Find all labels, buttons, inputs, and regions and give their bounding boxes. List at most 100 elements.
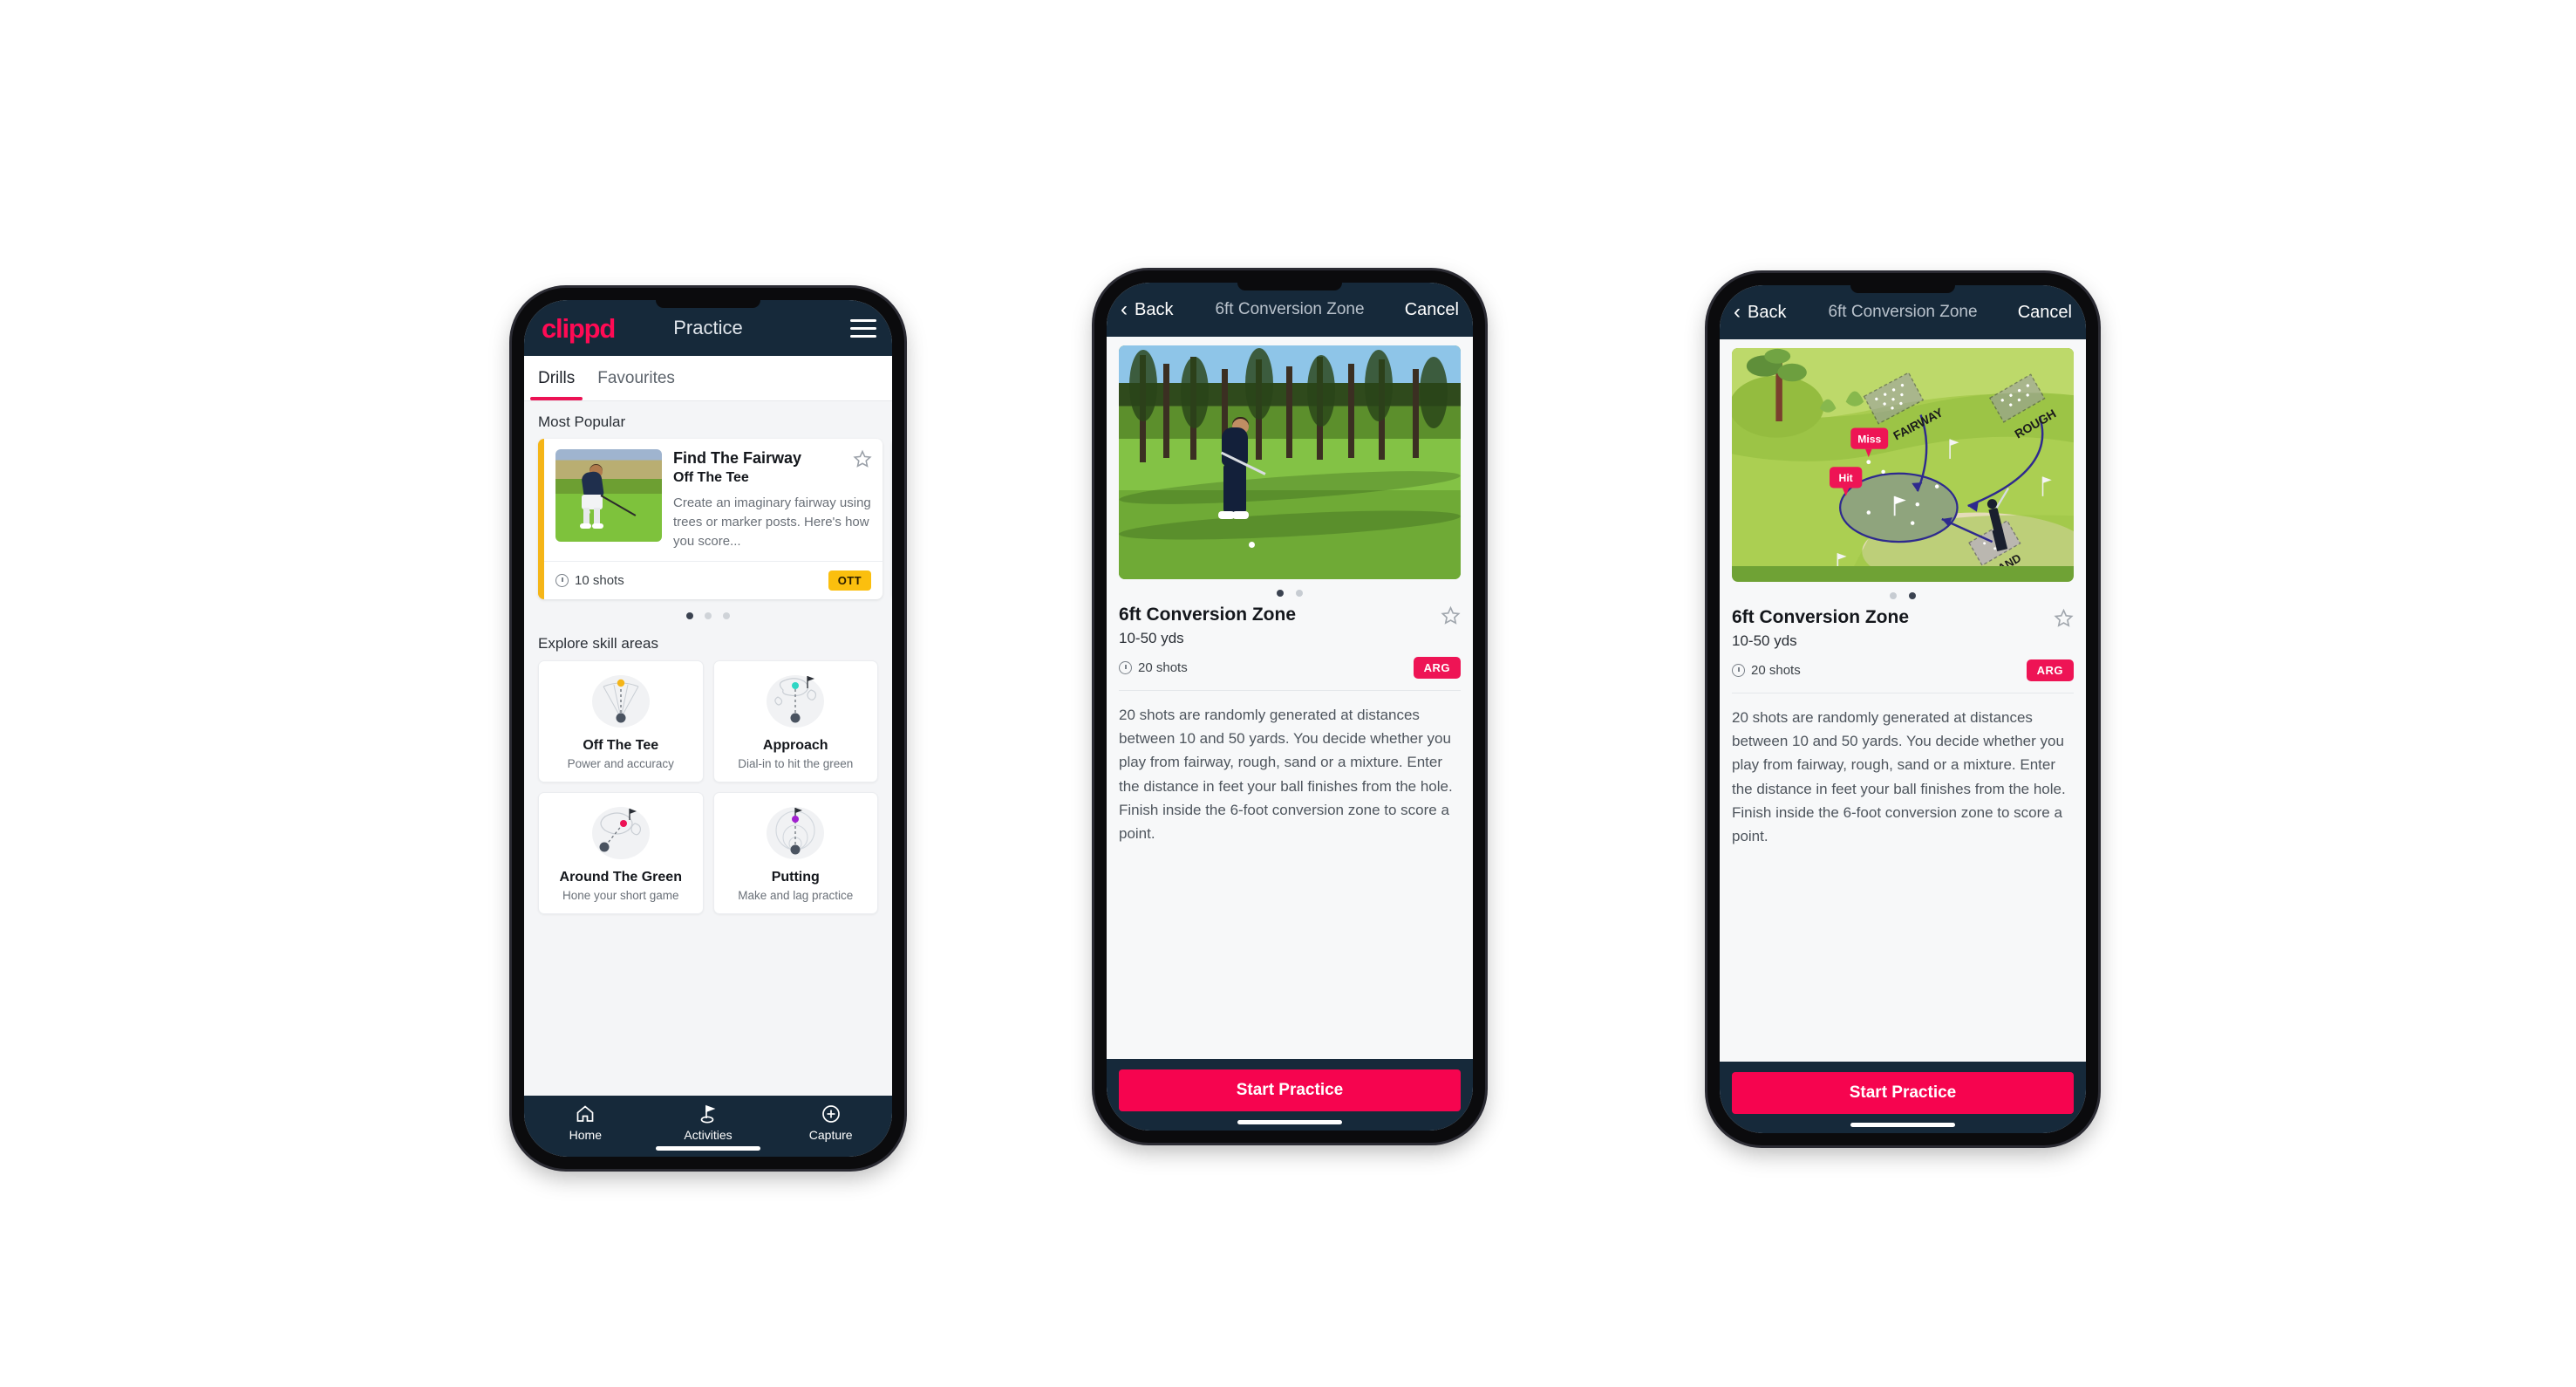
skill-grid: Off The Tee Power and accuracy Approach … — [524, 660, 892, 915]
drill-badge: OTT — [828, 571, 871, 591]
divider — [1732, 693, 2074, 694]
drill-detail-description: 20 shots are randomly generated at dista… — [1119, 707, 1453, 842]
svg-text:Miss: Miss — [1857, 433, 1881, 445]
tabbar-label: Capture — [808, 1128, 853, 1142]
content-scroll[interactable]: Most Popular Find The Fairway Off The Te… — [524, 401, 892, 1096]
course-map-illustration: FAIRWAY ROUGH SAND Miss Hit — [1732, 348, 2074, 567]
home-indicator — [656, 1146, 760, 1151]
phone-drill-detail-map: ‹ Back 6ft Conversion Zone Cancel FAIRWA… — [1707, 273, 2098, 1145]
drill-meta: Find The Fairway Off The Tee Create an i… — [673, 449, 872, 550]
skill-desc: Hone your short game — [562, 889, 679, 903]
divider — [1119, 690, 1461, 691]
skill-name: Approach — [762, 738, 828, 754]
phone3-screen: ‹ Back 6ft Conversion Zone Cancel FAIRWA… — [1720, 285, 2086, 1133]
notch — [1237, 283, 1342, 290]
start-practice-button[interactable]: Start Practice — [1732, 1072, 2074, 1114]
hero-pagination — [1119, 579, 1461, 605]
back-label: Back — [1748, 302, 1787, 322]
drill-hero-photo[interactable] — [1119, 345, 1461, 579]
drill-detail-badge: ARG — [2026, 659, 2074, 681]
drill-hero-map[interactable]: FAIRWAY ROUGH SAND Miss Hit — [1732, 348, 2074, 582]
skill-card-approach[interactable]: Approach Dial-in to hit the green — [712, 660, 878, 783]
phone-drill-detail-photo: ‹ Back 6ft Conversion Zone Cancel 6ft Co… — [1094, 270, 1485, 1143]
tabbar-item-capture[interactable]: Capture — [769, 1103, 892, 1142]
putting-rings-icon — [721, 804, 871, 862]
screenshot-stage: clippd Practice Drills Favourites Most P… — [0, 0, 2576, 1387]
chevron-left-icon: ‹ — [1734, 300, 1741, 324]
section-most-popular-title: Most Popular — [538, 413, 626, 430]
back-label: Back — [1135, 299, 1174, 319]
phone1-screen: clippd Practice Drills Favourites Most P… — [524, 300, 892, 1157]
drill-detail-title: 6ft Conversion Zone — [1119, 605, 1461, 625]
star-outline-icon[interactable] — [853, 449, 872, 468]
drill-subtitle: Off The Tee — [673, 470, 749, 485]
skill-card-putting[interactable]: Putting Make and lag practice — [712, 792, 878, 915]
drill-carousel[interactable]: Find The Fairway Off The Tee Create an i… — [524, 439, 892, 600]
drill-detail-title: 6ft Conversion Zone — [1732, 607, 2074, 628]
clock-icon — [1732, 664, 1745, 677]
home-indicator — [1237, 1120, 1342, 1124]
drill-shots-label: 10 shots — [575, 573, 624, 589]
golfer-illustration — [575, 463, 637, 529]
app-navbar: clippd Practice — [524, 300, 892, 356]
golf-ball — [1248, 542, 1255, 549]
drill-detail-meta-row: 20 shots ARG — [1119, 657, 1461, 679]
course-photo — [1119, 345, 1461, 579]
tab-favourites[interactable]: Favourites — [597, 356, 675, 400]
pagination-dot[interactable] — [1890, 592, 1897, 599]
start-practice-button[interactable]: Start Practice — [1119, 1069, 1461, 1111]
golf-flag-icon — [700, 1104, 716, 1124]
golfer-photo-figure — [1211, 415, 1269, 529]
carousel-pagination — [524, 599, 892, 623]
drill-detail-description: 20 shots are randomly generated at dista… — [1732, 709, 2066, 844]
pagination-dot[interactable] — [686, 612, 693, 620]
phone-practice-list: clippd Practice Drills Favourites Most P… — [512, 288, 904, 1169]
drill-card-top: Find The Fairway Off The Tee Create an i… — [544, 439, 883, 561]
drill-thumbnail — [555, 449, 662, 542]
around-green-icon — [546, 804, 696, 862]
pagination-dot[interactable] — [705, 612, 712, 620]
svg-text:Hit: Hit — [1839, 472, 1853, 484]
drill-detail-shots: 20 shots — [1732, 663, 1801, 678]
cancel-button[interactable]: Cancel — [1405, 300, 1459, 320]
detail-content: 6ft Conversion Zone 10-50 yds 20 shots A… — [1107, 337, 1473, 1059]
skill-desc: Make and lag practice — [738, 889, 854, 903]
skill-desc: Power and accuracy — [567, 757, 674, 771]
chevron-left-icon: ‹ — [1121, 297, 1128, 321]
drill-detail-title-text: 6ft Conversion Zone — [1119, 605, 1297, 625]
notch — [1850, 285, 1955, 293]
drill-detail-shots-label: 20 shots — [1751, 663, 1801, 678]
tee-fan-icon — [546, 673, 696, 730]
drill-card-footer: 10 shots OTT — [544, 561, 883, 599]
back-button[interactable]: ‹ Back — [1734, 302, 1786, 323]
tabbar-item-activities[interactable]: Activities — [647, 1103, 770, 1142]
skill-card-off-the-tee[interactable]: Off The Tee Power and accuracy — [538, 660, 704, 783]
clock-icon — [555, 574, 569, 588]
cancel-button[interactable]: Cancel — [2018, 303, 2072, 323]
home-indicator — [1850, 1123, 1955, 1127]
skill-name: Off The Tee — [583, 738, 659, 754]
star-outline-icon[interactable] — [2054, 608, 2074, 628]
hero-pagination — [1732, 582, 2074, 607]
hamburger-menu-icon[interactable] — [850, 318, 876, 338]
detail-navbar: ‹ Back 6ft Conversion Zone Cancel — [1107, 283, 1473, 337]
back-button[interactable]: ‹ Back — [1121, 299, 1173, 320]
tab-bar: Drills Favourites — [524, 356, 892, 401]
tab-drills[interactable]: Drills — [529, 356, 583, 400]
drill-detail-shots: 20 shots — [1119, 660, 1188, 675]
pagination-dot[interactable] — [1909, 592, 1916, 599]
pagination-dot[interactable] — [723, 612, 730, 620]
drill-card[interactable]: Find The Fairway Off The Tee Create an i… — [538, 439, 883, 600]
drill-detail-distance: 10-50 yds — [1732, 632, 1797, 649]
drill-shots: 10 shots — [555, 573, 624, 588]
pagination-dot[interactable] — [1296, 590, 1303, 597]
tabbar-item-home[interactable]: Home — [524, 1103, 647, 1142]
star-outline-icon[interactable] — [1441, 605, 1461, 625]
home-icon — [576, 1105, 594, 1122]
approach-green-icon — [721, 673, 871, 730]
section-skills-title: Explore skill areas — [538, 635, 658, 653]
tabbar-label: Activities — [684, 1128, 733, 1142]
skill-card-around-the-green[interactable]: Around The Green Hone your short game — [538, 792, 704, 915]
clock-icon — [1119, 661, 1132, 674]
pagination-dot[interactable] — [1277, 590, 1284, 597]
